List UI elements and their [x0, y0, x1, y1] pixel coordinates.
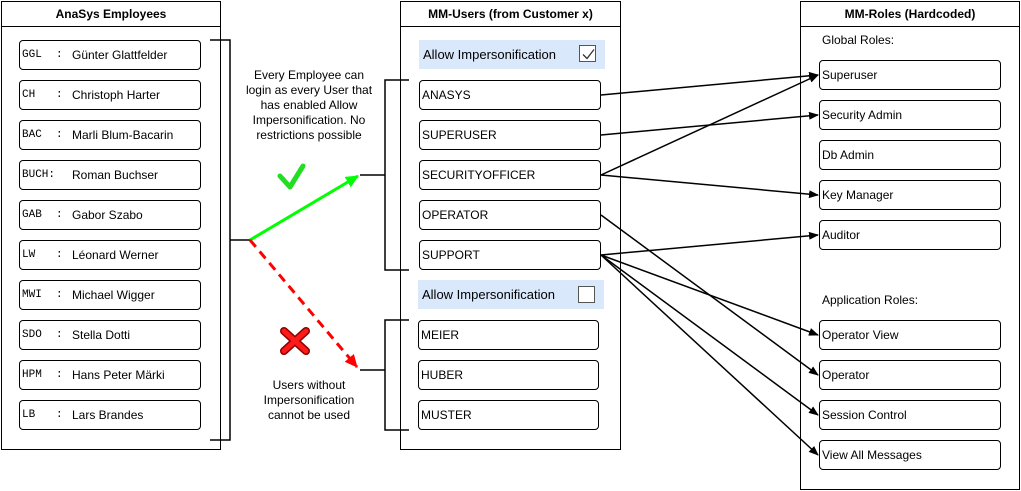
allowed-arrow: [249, 174, 359, 242]
mapping-arrow: [600, 254, 819, 456]
mapping-arrow: [600, 74, 819, 176]
checkmark-icon: [277, 163, 306, 190]
cross-icon: [280, 327, 310, 355]
connectors-layer: [210, 39, 819, 456]
users-group2-bracket: [360, 319, 409, 431]
mapping-arrow: [600, 231, 819, 256]
mapping-arrow: [600, 254, 819, 416]
mapping-arrow: [600, 174, 819, 199]
employees-bracket: [210, 39, 250, 441]
users-group1-bracket: [360, 79, 409, 271]
mapping-arrow: [600, 71, 819, 96]
mapping-arrow: [600, 254, 819, 336]
